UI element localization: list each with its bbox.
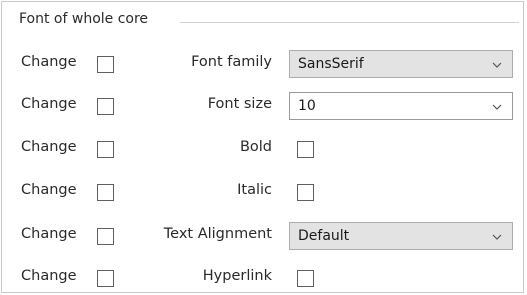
group-title: Font of whole core [19, 11, 149, 27]
hyperlink-label: Hyperlink [202, 268, 272, 284]
text-alignment-label: Text Alignment [163, 226, 272, 242]
text-alignment-select[interactable]: Default [289, 222, 513, 250]
change-label-bold: Change [21, 139, 77, 155]
change-font-family-checkbox[interactable] [97, 56, 114, 73]
group-divider [180, 22, 519, 23]
font-settings-panel: Font of whole core Change Font family Sa… [1, 1, 524, 293]
change-label-font-size: Change [21, 96, 77, 112]
hyperlink-checkbox[interactable] [297, 270, 314, 287]
change-font-size-checkbox[interactable] [97, 98, 114, 115]
italic-label: Italic [237, 182, 272, 198]
change-label-italic: Change [21, 182, 77, 198]
chevron-down-icon [492, 62, 502, 68]
change-italic-checkbox[interactable] [97, 184, 114, 201]
font-size-value: 10 [298, 98, 316, 114]
change-label-font-family: Change [21, 54, 77, 70]
change-text-alignment-checkbox[interactable] [97, 228, 114, 245]
font-size-label: Font size [207, 96, 272, 112]
font-family-label: Font family [191, 54, 272, 70]
bold-checkbox[interactable] [297, 141, 314, 158]
change-label-hyperlink: Change [21, 268, 77, 284]
font-size-combobox[interactable]: 10 [289, 92, 513, 120]
change-hyperlink-checkbox[interactable] [97, 270, 114, 287]
text-alignment-value: Default [298, 228, 350, 244]
font-family-select[interactable]: SansSerif [289, 50, 513, 78]
italic-checkbox[interactable] [297, 184, 314, 201]
bold-label: Bold [239, 139, 272, 155]
font-family-value: SansSerif [298, 56, 364, 72]
chevron-down-icon [492, 104, 502, 110]
chevron-down-icon [492, 234, 502, 240]
change-label-text-alignment: Change [21, 226, 77, 242]
change-bold-checkbox[interactable] [97, 141, 114, 158]
